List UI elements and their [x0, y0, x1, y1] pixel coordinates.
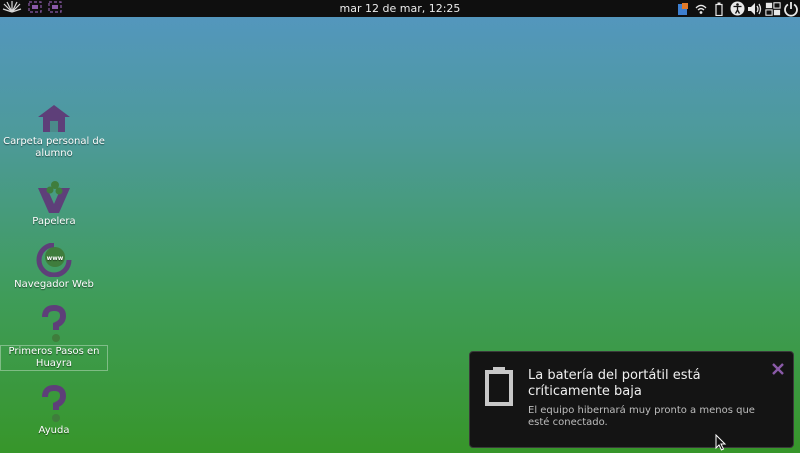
mouse-cursor-icon	[715, 434, 727, 451]
desktop-icon-label: Primeros Pasos en Huayra	[0, 345, 108, 371]
home-folder-icon	[38, 105, 70, 132]
help-icon	[42, 305, 67, 342]
system-tray	[675, 0, 799, 17]
top-panel: mar 12 de mar, 12:25	[0, 0, 800, 17]
keyboard-layout-icon[interactable]	[765, 1, 781, 17]
desktop-icon-label: Navegador Web	[14, 279, 94, 290]
battery-notification[interactable]: La batería del portátil está críticament…	[469, 351, 794, 448]
volume-icon[interactable]	[747, 1, 763, 17]
desktop-icon-trash[interactable]: Papelera	[0, 180, 108, 228]
notification-title: La batería del portátil está críticament…	[528, 368, 701, 399]
desktop-icon-label: Ayuda	[38, 425, 70, 436]
desktop-icon-home-folder[interactable]: Carpeta personal de alumno	[0, 104, 108, 160]
desktop-icon-label: Papelera	[32, 216, 76, 227]
wifi-icon[interactable]	[693, 1, 709, 17]
accessibility-icon[interactable]	[729, 1, 745, 17]
trash-icon	[38, 181, 70, 213]
power-icon[interactable]	[783, 1, 799, 17]
close-icon[interactable]	[771, 362, 785, 376]
web-browser-icon: www	[36, 243, 72, 277]
desktop-icon-label: Carpeta personal de alumno	[3, 136, 105, 159]
notification-body: El equipo hibernará muy pronto a menos q…	[528, 405, 755, 428]
network-status-icon[interactable]	[675, 1, 691, 17]
desktop-icon-help[interactable]: Ayuda	[0, 385, 108, 437]
battery-empty-icon	[485, 367, 513, 406]
desktop-icon-web-browser[interactable]: www Navegador Web	[0, 243, 108, 291]
desktop-icon-first-steps[interactable]: Primeros Pasos en Huayra	[0, 305, 108, 371]
battery-icon[interactable]	[711, 1, 727, 17]
help-icon	[42, 385, 67, 422]
svg-text:www: www	[47, 255, 64, 262]
